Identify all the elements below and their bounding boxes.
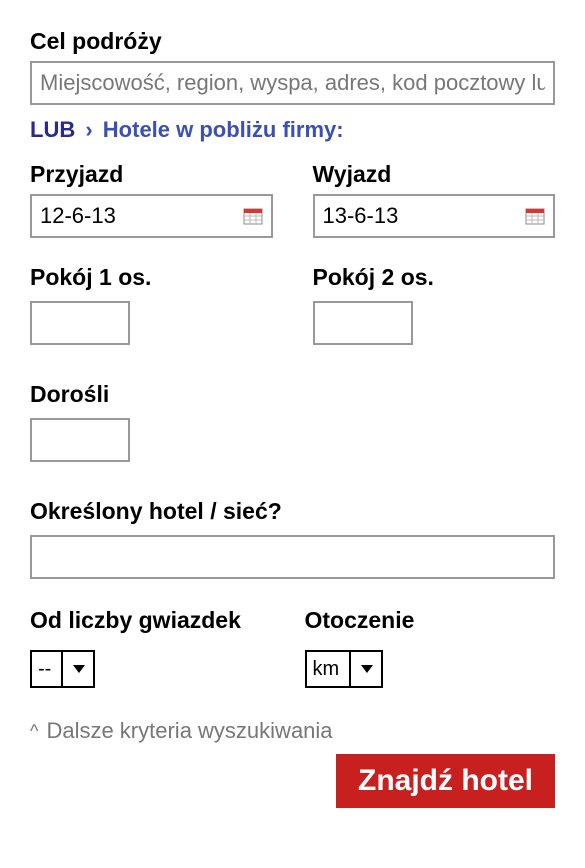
- surroundings-select-value: km: [313, 658, 350, 681]
- departure-date-value: 13-6-13: [323, 203, 399, 229]
- calendar-icon[interactable]: [243, 206, 263, 226]
- adults-input[interactable]: [30, 418, 130, 462]
- arrival-date-value: 12-6-13: [40, 203, 116, 229]
- arrival-label: Przyjazd: [30, 161, 273, 188]
- stars-select[interactable]: --: [30, 650, 95, 688]
- find-hotel-button[interactable]: Znajdź hotel: [336, 754, 555, 808]
- departure-date-input[interactable]: 13-6-13: [313, 194, 556, 238]
- surroundings-label: Otoczenie: [305, 607, 556, 634]
- room2-label: Pokój 2 os.: [313, 264, 556, 291]
- destination-input[interactable]: [30, 61, 555, 105]
- stars-select-value: --: [38, 658, 61, 681]
- specific-hotel-label: Określony hotel / sieć?: [30, 498, 555, 525]
- calendar-icon[interactable]: [525, 206, 545, 226]
- hotels-near-company-link[interactable]: Hotele w pobliżu firmy:: [103, 117, 344, 142]
- room1-input[interactable]: [30, 301, 130, 345]
- departure-label: Wyjazd: [313, 161, 556, 188]
- arrival-date-input[interactable]: 12-6-13: [30, 194, 273, 238]
- more-criteria-label: Dalsze kryteria wyszukiwania: [46, 718, 332, 744]
- chevron-down-icon: [61, 652, 87, 686]
- specific-hotel-input[interactable]: [30, 535, 555, 579]
- destination-label: Cel podróży: [30, 28, 555, 55]
- adults-label: Dorośli: [30, 381, 555, 408]
- more-criteria-toggle[interactable]: ^ Dalsze kryteria wyszukiwania: [30, 718, 555, 744]
- or-hotels-near-company[interactable]: LUB › Hotele w pobliżu firmy:: [30, 117, 555, 143]
- room1-label: Pokój 1 os.: [30, 264, 273, 291]
- chevron-down-icon: [349, 652, 375, 686]
- stars-label: Od liczby gwiazdek: [30, 607, 281, 634]
- chevron-right-icon: ›: [85, 117, 92, 143]
- room2-input[interactable]: [313, 301, 413, 345]
- or-text: LUB: [30, 117, 75, 142]
- caret-up-icon: ^: [30, 721, 38, 742]
- surroundings-select[interactable]: km: [305, 650, 384, 688]
